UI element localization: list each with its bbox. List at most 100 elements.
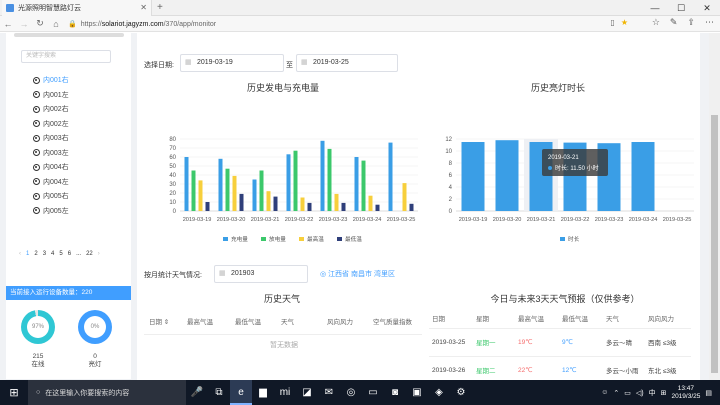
taskbar-search[interactable]: ○ 在这里输入你要搜索的内容 — [28, 380, 186, 405]
ime-indicator[interactable]: 中 — [649, 388, 656, 398]
column-header[interactable]: 日期 ⇕ — [144, 308, 182, 335]
radio-icon[interactable] — [33, 76, 40, 84]
page-number[interactable]: 6 — [68, 251, 71, 257]
table-row[interactable]: 2019-03-25 星期一 19℃ 9℃ 多云～晴 西南 ≤3级 — [429, 328, 691, 357]
device-label: 内003右 — [43, 135, 69, 143]
store-icon[interactable]: ◪ — [296, 380, 318, 405]
radio-icon[interactable] — [33, 105, 40, 113]
share-icon[interactable]: ⇪ — [687, 17, 695, 28]
xiaomi-icon[interactable]: mi — [274, 380, 296, 405]
edge-browser-icon[interactable]: e — [230, 380, 252, 405]
browser-tab[interactable]: 光源照明智慧路灯云 ✕ — [2, 0, 152, 16]
app-box-icon[interactable]: ▣ — [406, 380, 428, 405]
page-number[interactable]: 22 — [86, 251, 93, 257]
device-item[interactable]: 内001左 — [33, 88, 69, 103]
online-label: 在线 — [31, 361, 45, 368]
minimize-icon[interactable]: — — [642, 0, 668, 16]
clock[interactable]: 13:47 2019/3/25 — [671, 385, 700, 401]
device-item[interactable]: 内003左 — [33, 146, 69, 161]
photos-icon[interactable]: ◈ — [428, 380, 450, 405]
end-date-input[interactable]: ▦ 2019-03-25 — [296, 54, 398, 72]
column-header: 风向风力 — [645, 308, 691, 329]
file-explorer-icon[interactable]: ▆ — [252, 380, 274, 405]
location-link[interactable]: ◎ 江西省 南昌市 湾里区 — [320, 269, 395, 279]
y-tick-label: 80 — [169, 137, 176, 143]
bar — [184, 157, 189, 211]
history-weather-table: 日期 ⇕ 最高气温 最低气温 天气 风向风力 空气质量指数 — [144, 308, 422, 335]
windows-start-icon[interactable]: ⊞ — [0, 386, 28, 399]
task-view-icon[interactable]: ⧉ — [208, 380, 230, 405]
favorites-hub-icon[interactable]: ☆ — [652, 17, 660, 28]
device-label: 内001右 — [43, 77, 69, 85]
network-icon[interactable]: ▭ — [624, 389, 631, 397]
radio-icon[interactable] — [33, 120, 40, 128]
page-number[interactable]: 3 — [43, 251, 46, 257]
back-icon[interactable]: ← — [0, 19, 16, 29]
device-item[interactable]: 内005右 — [33, 189, 69, 204]
volume-icon[interactable]: ◁) — [636, 389, 644, 397]
app-red-icon[interactable]: ◙ — [384, 380, 406, 405]
next-page-icon[interactable]: › — [98, 251, 100, 257]
radio-icon[interactable] — [33, 207, 40, 215]
radio-icon[interactable] — [33, 192, 40, 200]
bar — [232, 175, 237, 211]
device-item[interactable]: 内002左 — [33, 117, 69, 132]
new-tab-icon[interactable]: + — [157, 2, 163, 13]
reading-view-icon[interactable]: ▯ — [610, 18, 614, 27]
radio-icon[interactable] — [33, 163, 40, 171]
microphone-icon[interactable]: 🎤 — [186, 380, 208, 405]
radio-icon[interactable] — [33, 149, 40, 157]
favorite-star-icon[interactable]: ★ — [621, 18, 628, 27]
bar — [409, 203, 414, 211]
notification-icon[interactable]: ▤ — [705, 389, 712, 397]
home-icon[interactable]: ⌂ — [48, 19, 64, 29]
clock-date: 2019/3/25 — [671, 392, 701, 400]
page-scrollbar[interactable] — [709, 33, 720, 380]
forward-icon[interactable]: → — [16, 19, 32, 29]
radio-icon[interactable] — [33, 178, 40, 186]
bar — [375, 204, 380, 211]
terminal-icon[interactable]: ▭ — [362, 380, 384, 405]
mail-icon[interactable]: ✉ — [318, 380, 340, 405]
page-number[interactable]: 2 — [34, 251, 37, 257]
scrollbar-thumb[interactable] — [711, 115, 718, 373]
device-item[interactable]: 内001右 — [33, 73, 69, 88]
month-input[interactable]: ▦ 201903 — [214, 265, 308, 283]
bar — [631, 142, 655, 211]
page-number[interactable]: 4 — [51, 251, 54, 257]
close-window-icon[interactable]: ✕ — [694, 0, 720, 16]
start-date-input[interactable]: ▦ 2019-03-19 — [180, 54, 284, 72]
people-icon[interactable]: ☺ — [601, 389, 608, 396]
page-number[interactable]: 5 — [59, 251, 62, 257]
close-tab-icon[interactable]: ✕ — [140, 3, 147, 12]
notes-icon[interactable]: ✎ — [670, 17, 678, 28]
device-item[interactable]: 内003右 — [33, 131, 69, 146]
settings-icon[interactable]: ⚙ — [450, 380, 472, 405]
tray-expand-icon[interactable]: ⌃ — [613, 389, 619, 397]
page-number[interactable]: ... — [76, 251, 81, 257]
more-icon[interactable]: ⋯ — [705, 17, 714, 28]
x-tick-label: 2019-03-23 — [319, 217, 348, 223]
column-header: 最高气温 — [182, 308, 230, 335]
page-number[interactable]: 1 — [26, 251, 29, 257]
device-item[interactable]: 内002右 — [33, 102, 69, 117]
ime-icon[interactable]: ⊞ — [661, 389, 667, 397]
search-input[interactable]: 关键字搜索 — [21, 50, 111, 63]
main-content: 选择日期: ▦ 2019-03-19 至 ▦ 2019-03-25 历史发电与充… — [137, 33, 700, 405]
wechat-icon[interactable]: ◎ — [340, 380, 362, 405]
address-bar[interactable]: 🔒 https://solariot.jagyzm.com/370/app/mo… — [68, 18, 628, 30]
y-tick-label: 0 — [173, 209, 177, 215]
device-item[interactable]: 内004左 — [33, 175, 69, 190]
radio-icon[interactable] — [33, 91, 40, 99]
prev-page-icon[interactable]: ‹ — [19, 251, 21, 257]
legend-label: 时长 — [568, 235, 580, 243]
maximize-icon[interactable]: ☐ — [668, 0, 694, 16]
refresh-icon[interactable]: ↻ — [32, 18, 48, 29]
device-item[interactable]: 内004右 — [33, 160, 69, 175]
tooltip-date: 2019-03-21 — [548, 155, 579, 161]
radio-icon[interactable] — [33, 134, 40, 142]
device-item[interactable]: 内005左 — [33, 204, 69, 219]
favicon-icon — [6, 4, 14, 12]
y-tick-label: 6 — [449, 173, 453, 179]
sidebar-scrollbar[interactable] — [14, 33, 124, 37]
